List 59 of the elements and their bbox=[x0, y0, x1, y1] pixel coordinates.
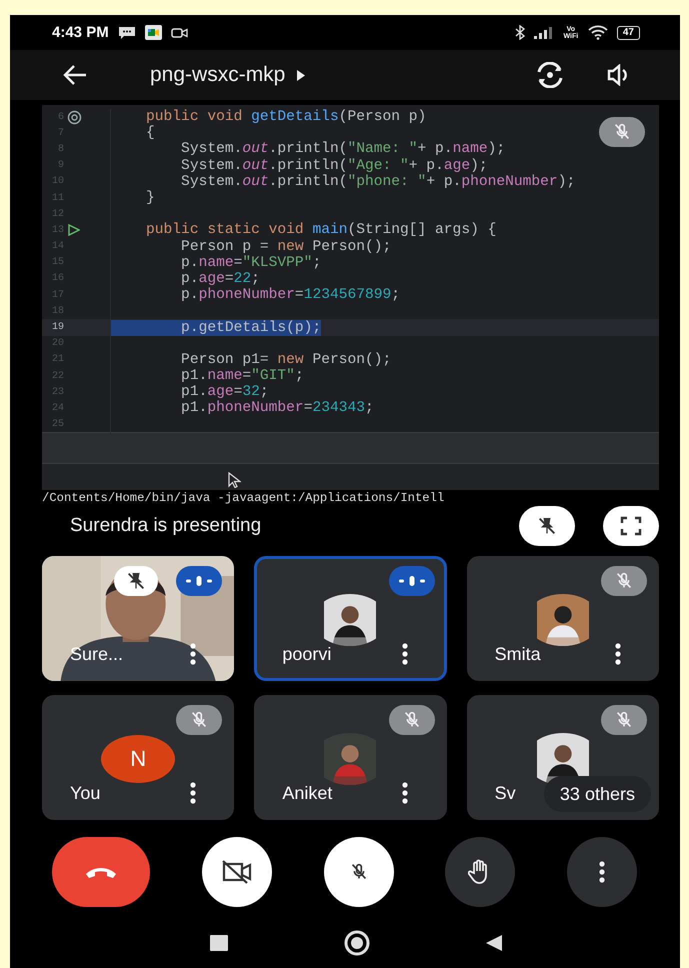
code-line: p1.age=32; bbox=[180, 384, 269, 400]
battery-indicator: 47 bbox=[616, 26, 640, 40]
run-icon[interactable] bbox=[68, 224, 80, 236]
presenter-label: Surendra is presenting bbox=[70, 515, 262, 537]
fullscreen-button[interactable] bbox=[603, 506, 659, 546]
bluetooth-icon bbox=[514, 25, 525, 40]
message-icon bbox=[118, 26, 136, 39]
more-button[interactable] bbox=[402, 643, 408, 665]
wifi-icon bbox=[588, 25, 608, 40]
home-button[interactable] bbox=[343, 929, 371, 957]
participant-tile[interactable]: N You bbox=[42, 695, 234, 820]
code-line: System.out.println("Name: "+ p.name); bbox=[180, 141, 506, 158]
unpin-icon bbox=[536, 515, 558, 537]
more-button[interactable] bbox=[402, 782, 408, 804]
participant-tile[interactable]: Sure... bbox=[42, 556, 234, 681]
participant-tile[interactable]: poorvi bbox=[254, 556, 447, 681]
participant-name: poorvi bbox=[282, 644, 332, 665]
code-line: p.phoneNumber=1234567899; bbox=[180, 287, 400, 304]
unpin-button[interactable] bbox=[519, 506, 575, 546]
participant-tile[interactable]: Aniket bbox=[254, 695, 447, 820]
code-line: p1.phoneNumber=234343; bbox=[180, 400, 374, 416]
code-line: p.age=22; bbox=[180, 270, 260, 287]
video-icon bbox=[170, 26, 188, 38]
participant-name: Smita bbox=[494, 644, 541, 665]
code-line: System.out.println("phone: "+ p.phoneNumber); bbox=[180, 174, 576, 190]
more-button[interactable] bbox=[190, 782, 196, 804]
fullscreen-icon bbox=[620, 516, 642, 536]
code-line: Person p = new Person(); bbox=[180, 238, 392, 255]
code-line: { bbox=[145, 125, 155, 142]
phone-icon bbox=[84, 865, 118, 879]
participant-name: Sure... bbox=[70, 644, 124, 665]
camera-off-icon bbox=[220, 859, 254, 885]
participant-name: You bbox=[70, 783, 100, 804]
code-line: } bbox=[145, 190, 155, 206]
participant-tile[interactable]: Sv 33 others bbox=[466, 695, 659, 820]
line-number: 19 bbox=[50, 322, 64, 334]
unpin-icon bbox=[125, 570, 147, 592]
meeting-title[interactable]: png-wsxc-mkp bbox=[150, 63, 306, 87]
clock-time: 4:43 PM bbox=[52, 24, 109, 41]
speaker-button[interactable] bbox=[606, 64, 630, 86]
others-button[interactable]: 33 others bbox=[544, 776, 651, 812]
code-line: public void getDetails(Person p) bbox=[145, 109, 426, 126]
code-line: p1.name="GIT"; bbox=[180, 368, 304, 384]
more-button[interactable] bbox=[190, 643, 196, 665]
participant-tile[interactable]: Smita bbox=[466, 556, 659, 681]
participant-name: Sv bbox=[494, 783, 516, 804]
participant-name: Aniket bbox=[282, 783, 332, 804]
back-button[interactable] bbox=[62, 64, 88, 86]
avatar-initial: N bbox=[101, 735, 176, 783]
back-nav-button[interactable] bbox=[486, 935, 502, 951]
more-button[interactable] bbox=[614, 643, 621, 665]
code-line: Person p1= new Person(); bbox=[180, 352, 392, 368]
code-line: public static void main(String[] args) { bbox=[145, 222, 496, 238]
caret-icon bbox=[297, 70, 306, 80]
code-line: System.out.println("Age: "+ p.age); bbox=[180, 158, 488, 174]
code-line: p.name="KLSVPP"; bbox=[180, 254, 322, 271]
signal-icon bbox=[534, 26, 554, 39]
meet-icon bbox=[144, 25, 162, 40]
more-icon bbox=[599, 861, 605, 883]
